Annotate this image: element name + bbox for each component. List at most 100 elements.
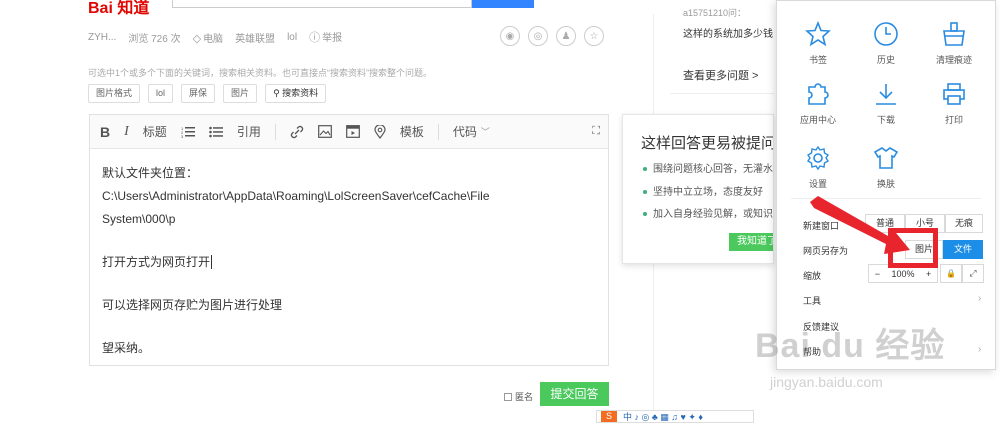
chevron-down-icon: ﹀ — [480, 127, 490, 137]
new-window-incognito-button[interactable]: 无痕 — [945, 214, 983, 233]
zoom-label: 缩放 — [803, 271, 822, 281]
tools-menu-item[interactable]: 工具 — [803, 294, 821, 307]
lock-icon: 🔒 — [946, 269, 956, 278]
template-button[interactable]: 模板 — [400, 123, 424, 140]
ime-toolbar: S 中 ♪ ◎ ♣ ▦ ♫ ♥ ✦ ♦ — [596, 410, 754, 423]
fullscreen-button[interactable]: ⤢ — [962, 264, 984, 283]
printer-icon — [943, 83, 965, 105]
browser-menu: 书签 历史 清理痕迹 应用中心 下载 打印 设置 换肤 — [776, 0, 996, 370]
link-icon[interactable] — [290, 125, 304, 139]
related-question-title[interactable]: 这样的系统加多少钱 — [683, 25, 773, 40]
italic-button[interactable]: I — [124, 124, 129, 140]
keyword-tag[interactable]: lol — [148, 84, 174, 103]
location-icon[interactable] — [374, 124, 386, 139]
broom-icon — [943, 22, 965, 46]
tip-item: 加入自身经验见解，或知识 — [643, 205, 773, 220]
fullscreen-icon[interactable]: ⛶ — [592, 125, 600, 138]
ordered-list-icon[interactable]: 123 — [181, 126, 195, 138]
star-icon[interactable]: ☆ — [584, 26, 604, 46]
menu-grid-label: 清理痕迹 — [935, 55, 972, 65]
question-meta: ZYH... 浏览 726 次 ◇ 电脑 英雄联盟 lol ⓘ 举报 — [88, 29, 342, 45]
zoom-lock-button[interactable]: 🔒 — [940, 264, 962, 283]
answer-line: 可以选择网页存贮为图片进行处理 — [102, 298, 283, 312]
toolbar-separator — [437, 123, 439, 140]
chevron-right-icon: › — [978, 293, 982, 304]
more-questions-link[interactable]: 查看更多问题 > — [683, 67, 758, 83]
related-question-asker: a15751210问： — [683, 8, 747, 18]
print-item[interactable]: 打印 — [921, 81, 987, 126]
watermark-url: jingyan.baidu.com — [770, 374, 883, 390]
settings-item[interactable]: 设置 — [785, 145, 851, 190]
anonymous-checkbox[interactable]: 匿名 — [504, 390, 533, 403]
quote-button[interactable]: 引用 — [237, 123, 261, 140]
app-center-item[interactable]: 应用中心 — [785, 81, 851, 126]
heading-button[interactable]: 标题 — [143, 123, 167, 140]
submit-answer-button[interactable]: 提交回答 — [540, 382, 609, 406]
keyword-tag[interactable]: 屏保 — [181, 84, 216, 103]
checkbox-box[interactable] — [504, 392, 512, 401]
ime-toolbar-icons[interactable]: 中 ♪ ◎ ♣ ▦ ♫ ♥ ✦ ♦ — [623, 411, 703, 422]
zoom-out-button[interactable]: − — [875, 269, 880, 279]
menu-grid: 书签 历史 清理痕迹 应用中心 下载 打印 设置 换肤 — [777, 1, 997, 195]
toolbar-separator — [274, 123, 276, 140]
weibo-icon[interactable]: ◎ — [528, 26, 548, 46]
editor-toolbar: B I 标题 123 引用 模板 代码 ﹀ ⛶ — [90, 115, 608, 149]
search-materials-label: 搜索资料 — [282, 88, 319, 98]
shirt-icon — [873, 147, 899, 169]
code-label: 代码 — [452, 125, 477, 139]
svg-text:3: 3 — [181, 134, 184, 138]
baidu-logo[interactable]: Bai 知道 — [88, 0, 149, 18]
keyword-tag[interactable]: 图片格式 — [88, 84, 141, 103]
annotation-highlight-box — [888, 228, 938, 268]
skin-item[interactable]: 换肤 — [853, 145, 919, 190]
answer-line: 默认文件夹位置： — [102, 166, 199, 180]
menu-grid-label: 应用中心 — [799, 115, 836, 125]
search-icon: ⚲ — [273, 88, 283, 98]
anonymous-label: 匿名 — [515, 392, 534, 402]
report-link[interactable]: ⓘ 举报 — [309, 29, 342, 45]
star-icon — [805, 21, 831, 47]
puzzle-icon — [808, 83, 829, 105]
share-icons: ◉ ◎ ♟ ☆ — [500, 26, 604, 46]
search-materials-button[interactable]: ⚲ 搜索资料 — [265, 84, 327, 103]
sogou-logo-icon[interactable]: S — [601, 411, 617, 422]
zoom-in-button[interactable]: + — [926, 269, 931, 279]
answer-line-text: 打开方式为网页打开 — [102, 255, 211, 269]
keyword-tag[interactable]: 图片 — [223, 84, 258, 103]
video-icon[interactable] — [345, 125, 360, 138]
text-cursor — [211, 255, 213, 269]
menu-grid-label: 换肤 — [876, 179, 895, 189]
baidu-jingyan-watermark: Bai du 经验 — [755, 327, 946, 365]
answer-line: System\000\p — [102, 212, 176, 226]
code-dropdown[interactable]: 代码 ﹀ — [453, 123, 490, 140]
top-search-input[interactable] — [172, 0, 472, 8]
bold-button[interactable]: B — [100, 124, 110, 140]
right-divider — [670, 93, 774, 94]
unordered-list-icon[interactable] — [209, 126, 223, 138]
category-tag-lol-game[interactable]: 英雄联盟 — [235, 30, 275, 45]
qq-icon[interactable]: ♟ — [556, 26, 576, 46]
answer-line: 望采纳。 — [102, 341, 151, 355]
top-search-button[interactable] — [472, 0, 534, 8]
download-item[interactable]: 下载 — [853, 81, 919, 126]
gear-icon — [807, 145, 829, 171]
wechat-icon[interactable]: ◉ — [500, 26, 520, 46]
save-as-file-button[interactable]: 文件 — [943, 240, 983, 259]
got-it-button[interactable]: 我知道了 — [729, 233, 773, 251]
tip-item: 坚持中立立场，态度友好 — [643, 183, 763, 198]
clear-traces-item[interactable]: 清理痕迹 — [921, 21, 987, 66]
answer-text[interactable]: 默认文件夹位置： C:\Users\Administrator\AppData\… — [90, 149, 608, 373]
answer-line: C:\Users\Administrator\AppData\Roaming\L… — [102, 189, 490, 203]
download-icon — [876, 84, 896, 105]
category-tag[interactable]: ◇ 电脑 — [193, 30, 223, 45]
menu-grid-label: 历史 — [876, 55, 895, 65]
tag-icon: ◇ — [192, 32, 202, 45]
asker-name[interactable]: ZYH... — [88, 32, 116, 43]
keyword-tags: 图片格式 lol 屏保 图片 ⚲ 搜索资料 — [88, 84, 327, 103]
category-tag-lol[interactable]: lol — [287, 32, 297, 43]
keyword-hint: 可选中1个或多个下面的关键词，搜索相关资料。也可直接点“搜索资料”搜索整个问题。 — [88, 68, 433, 78]
bookmarks-item[interactable]: 书签 — [785, 21, 851, 66]
history-item[interactable]: 历史 — [853, 21, 919, 66]
answer-editor: B I 标题 123 引用 模板 代码 ﹀ ⛶ 默认文件夹位置： C:\Users… — [89, 114, 609, 366]
image-icon[interactable] — [317, 125, 332, 138]
